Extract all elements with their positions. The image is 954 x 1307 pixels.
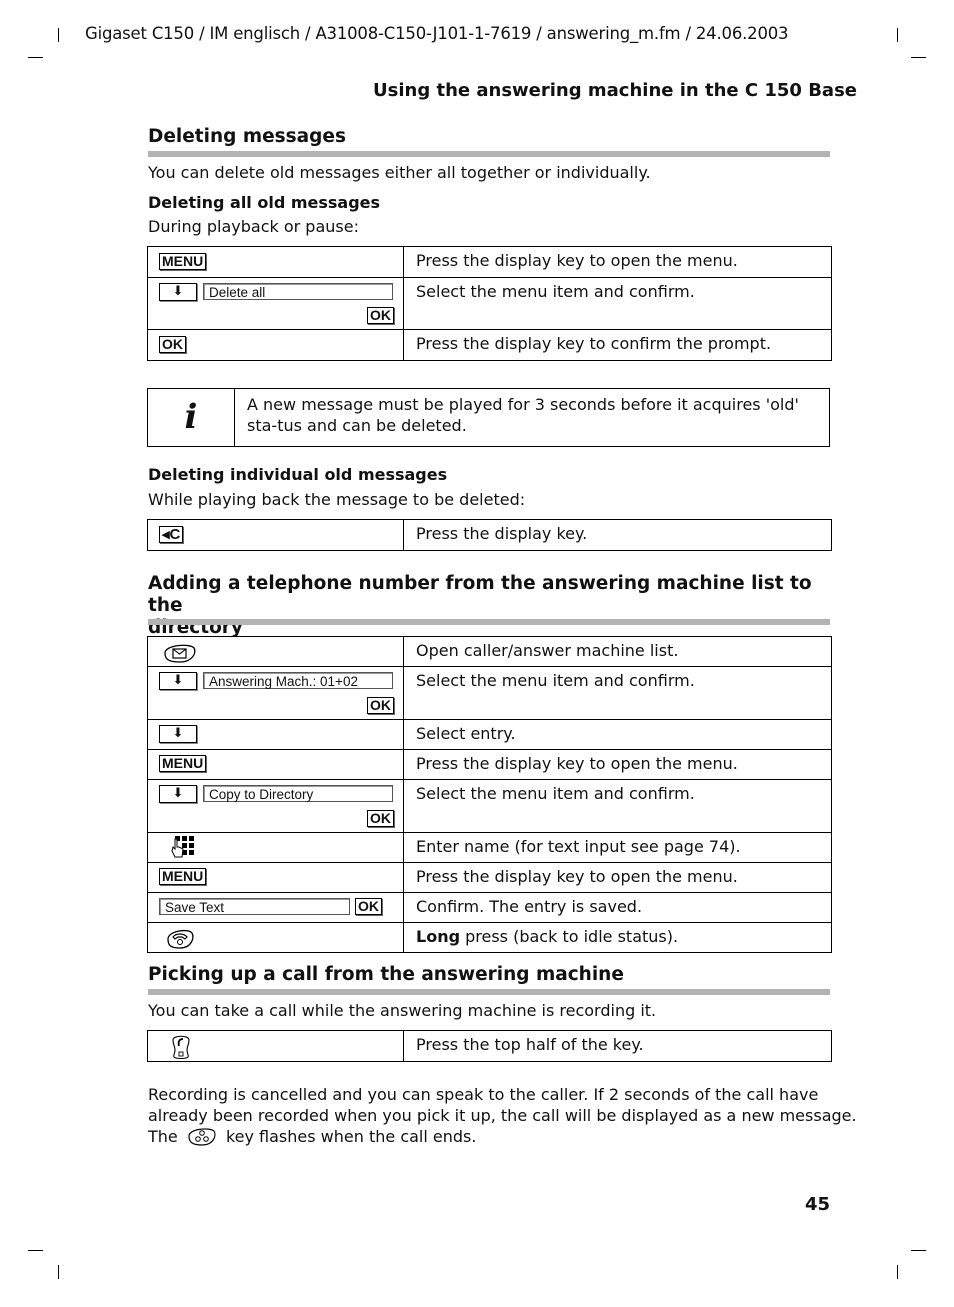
paragraph-text: key flashes when the call ends. (225, 1127, 477, 1146)
step-description: Confirm. The entry is saved. (403, 892, 832, 923)
paragraph-line: The key flashes when the call ends. (148, 1126, 476, 1147)
step-row: Press the top half of the key. (147, 1030, 832, 1062)
crop-mark (897, 28, 898, 42)
menu-key[interactable]: MENU (159, 868, 207, 885)
info-note-text: A new message must be played for 3 secon… (247, 395, 799, 435)
step-description: Press the display key to open the menu. (403, 749, 832, 780)
step-description: Press the display key to open the menu. (403, 246, 832, 278)
message-key-icon[interactable] (160, 642, 198, 664)
section-intro: You can delete old messages either all t… (148, 163, 651, 182)
step-row: ⬇ Delete all OK Select the menu item and… (147, 277, 832, 330)
heading-rule (148, 989, 830, 995)
down-arrow-key[interactable]: ⬇ (159, 725, 197, 743)
down-arrow-key[interactable]: ⬇ (159, 672, 197, 690)
step-row: OK Press the display key to confirm the … (147, 329, 832, 361)
step-row: ⬇ Answering Mach.: 01+02 OK Select the m… (147, 666, 832, 720)
menu-item-field[interactable]: Answering Mach.: 01+02 (203, 672, 393, 689)
step-row: Open caller/answer machine list. (147, 636, 832, 667)
steps-table-delete-all: MENU Press the display key to open the m… (147, 246, 832, 361)
title-line: Adding a telephone number from the answe… (148, 573, 812, 616)
step-description-rest: press (back to idle status). (460, 927, 679, 946)
step-row: Save Text OK Confirm. The entry is saved… (147, 892, 832, 923)
ok-key[interactable]: OK (367, 307, 394, 324)
steps-table-pickup: Press the top half of the key. (147, 1030, 832, 1062)
menu-item-field[interactable]: Save Text (159, 898, 350, 915)
down-arrow-key[interactable]: ⬇ (159, 283, 197, 301)
step-description: Select the menu item and confirm. (403, 277, 832, 330)
step-row: MENU Press the display key to open the m… (147, 246, 832, 278)
section-title-picking-up-call: Picking up a call from the answering mac… (148, 964, 624, 985)
subsection-intro: During playback or pause: (148, 217, 359, 236)
answering-machine-key-icon (188, 1128, 216, 1146)
document-info-header: Gigaset C150 / IM englisch / A31008-C150… (85, 24, 789, 43)
section-intro: You can take a call while the answering … (148, 1001, 657, 1020)
menu-item-field[interactable]: Copy to Directory (203, 785, 393, 802)
down-arrow-key[interactable]: ⬇ (159, 785, 197, 803)
menu-key[interactable]: MENU (159, 253, 207, 270)
step-row: ⬇ Select entry. (147, 719, 832, 750)
step-description: Press the display key to open the menu. (403, 862, 832, 893)
step-description: Open caller/answer machine list. (403, 636, 832, 667)
crop-mark (897, 1265, 898, 1279)
step-row: ⬇ Copy to Directory OK Select the menu i… (147, 779, 832, 833)
heading-rule (148, 151, 830, 157)
keypad-icon[interactable] (171, 835, 197, 861)
emphasis-long: Long (416, 927, 461, 946)
step-description: Select the menu item and confirm. (403, 779, 832, 833)
page-number: 45 (804, 1194, 830, 1215)
section-title-add-to-directory: Adding a telephone number from the answe… (148, 573, 838, 639)
step-row: Long press (back to idle status). (147, 922, 832, 953)
crop-mark (58, 1265, 59, 1279)
ok-key[interactable]: OK (159, 336, 186, 353)
crop-mark (28, 57, 43, 58)
ok-key[interactable]: OK (367, 697, 394, 714)
paragraph-line: Recording is cancelled and you can speak… (148, 1085, 819, 1104)
info-note: i A new message must be played for 3 sec… (147, 388, 830, 447)
running-title: Using the answering machine in the C 150… (373, 80, 857, 101)
step-description: Select entry. (403, 719, 832, 750)
info-icon: i (148, 389, 235, 446)
subsection-intro: While playing back the message to be del… (148, 490, 526, 509)
steps-table-add-to-directory: Open caller/answer machine list. ⬇ Answe… (147, 636, 832, 953)
handsfree-talk-key-icon[interactable] (170, 1034, 192, 1060)
crop-mark (911, 57, 926, 58)
ok-key[interactable]: OK (367, 810, 394, 827)
menu-key[interactable]: MENU (159, 755, 207, 772)
crop-mark (58, 28, 59, 42)
steps-table-delete-individual: ◂C Press the display key. (147, 519, 832, 551)
step-description: Long press (back to idle status). (403, 922, 832, 953)
section-title-deleting-messages: Deleting messages (148, 126, 346, 147)
step-row: Enter name (for text input see page 74). (147, 832, 832, 863)
step-row: ◂C Press the display key. (147, 519, 832, 551)
ok-key[interactable]: OK (355, 898, 382, 915)
end-call-key-icon[interactable] (164, 927, 196, 950)
step-description: Press the display key to confirm the pro… (403, 329, 832, 361)
step-description: Select the menu item and confirm. (403, 666, 832, 720)
crop-mark (911, 1250, 926, 1251)
paragraph-line: already been recorded when you pick it u… (148, 1106, 857, 1125)
menu-item-field[interactable]: Delete all (203, 283, 393, 300)
step-description: Press the top half of the key. (403, 1030, 832, 1062)
heading-rule (148, 619, 830, 625)
paragraph-text: The (148, 1127, 178, 1146)
step-description: Enter name (for text input see page 74). (403, 832, 832, 863)
crop-mark (28, 1250, 43, 1251)
step-description: Press the display key. (403, 519, 832, 551)
delete-key[interactable]: ◂C (159, 526, 184, 543)
subsection-title-delete-all: Deleting all old messages (148, 193, 381, 212)
step-row: MENU Press the display key to open the m… (147, 862, 832, 893)
step-row: MENU Press the display key to open the m… (147, 749, 832, 780)
subsection-title-delete-individual: Deleting individual old messages (148, 465, 448, 484)
